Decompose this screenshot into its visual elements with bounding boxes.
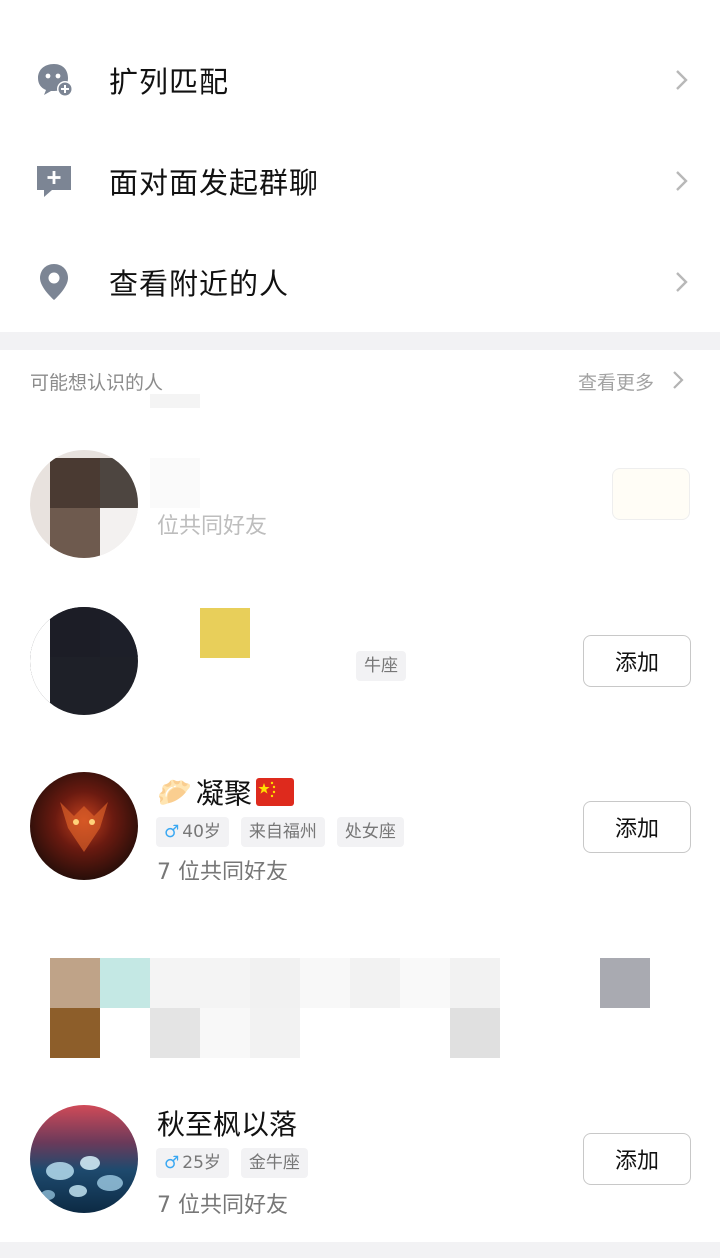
section-divider [0, 1242, 720, 1258]
tag-row: ♂ 25岁 金牛座 [156, 1148, 308, 1178]
dumpling-emoji-icon: 🥟 [157, 775, 192, 809]
tag-row: ♂ 40岁 来自福州 处女座 [156, 817, 404, 847]
male-icon: ♂ [164, 822, 180, 842]
menu-label-face-to-face: 面对面发起群聊 [109, 166, 320, 200]
chevron-right-icon[interactable] [672, 370, 684, 390]
chevron-right-icon [676, 272, 688, 292]
avatar[interactable] [30, 772, 138, 880]
location-pin-icon [40, 264, 68, 300]
list-item[interactable]: 位共同好友 [0, 420, 720, 580]
person-name: 凝聚 [195, 777, 252, 810]
avatar[interactable] [30, 607, 138, 715]
tag-constellation: 金牛座 [240, 1148, 308, 1178]
see-more-link[interactable]: 查看更多 [578, 368, 654, 395]
male-icon: ♂ [164, 1153, 180, 1173]
avatar[interactable] [30, 1105, 138, 1213]
tag-constellation: 处女座 [336, 817, 404, 847]
add-friend-button[interactable]: 添加 [583, 1133, 691, 1185]
blurred-mosaic [150, 394, 200, 408]
blurred-mosaic [150, 458, 200, 508]
china-flag-icon [255, 778, 294, 806]
blurred-mosaic [200, 608, 250, 658]
tag-gender-age: ♂ 25岁 [156, 1148, 229, 1178]
chat-plus-icon [37, 166, 71, 197]
chevron-right-icon [676, 70, 688, 90]
section-divider [0, 332, 720, 350]
mutual-friends: 7 位共同好友 [157, 860, 288, 880]
suggest-header: 可能想认识的人 查看更多 [0, 350, 720, 412]
tag-gender-age: ♂ 40岁 [156, 817, 229, 847]
menu-item-face-to-face[interactable]: 面对面发起群聊 [0, 131, 720, 231]
tag-origin: 来自福州 [240, 817, 325, 847]
list-item[interactable]: 秋至枫以落 ♂ 25岁 金牛座 7 位共同好友 添加 [0, 1085, 720, 1245]
list-item[interactable]: 🥟 凝聚 ♂ 40岁 来自福州 处女座 7 位共同好友 添加 [0, 752, 720, 912]
name-row: 🥟 凝聚 [157, 772, 294, 812]
menu-label-nearby: 查看附近的人 [109, 267, 290, 301]
add-friend-button[interactable]: 添加 [583, 801, 691, 853]
menu-item-nearby[interactable]: 查看附近的人 [0, 232, 720, 332]
face-plus-icon [38, 64, 73, 97]
avatar[interactable] [30, 450, 138, 558]
list-item[interactable]: 牛座 添加 [0, 585, 720, 745]
mutual-friends: 位共同好友 [157, 514, 268, 539]
chevron-right-icon [676, 171, 688, 191]
menu-label-match: 扩列匹配 [109, 65, 230, 99]
mutual-friends: 7 位共同好友 [157, 1193, 288, 1218]
suggest-title: 可能想认识的人 [30, 372, 164, 394]
menu-item-match[interactable]: 扩列匹配 [0, 30, 720, 130]
tag-row: 牛座 [356, 651, 406, 681]
person-name: 秋至枫以落 [157, 1108, 298, 1141]
add-button-blurred[interactable] [612, 468, 690, 520]
add-friend-button[interactable]: 添加 [583, 635, 691, 687]
tag-constellation: 牛座 [356, 651, 406, 681]
